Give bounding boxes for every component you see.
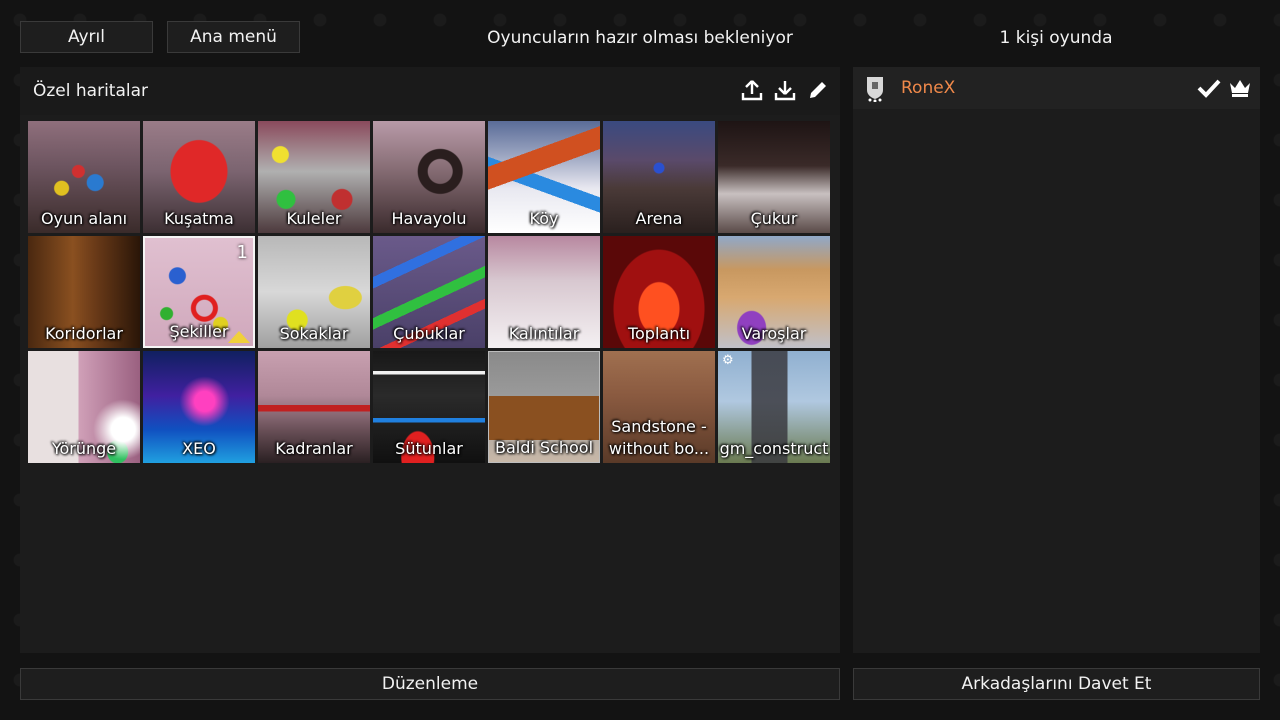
map-tile-kadranlar[interactable]: Kadranlar [258, 351, 370, 463]
map-tile-label: Varoşlar [741, 324, 807, 343]
players-in-game-count: 1 kişi oyunda [999, 28, 1113, 48]
map-tile-label: Sokaklar [279, 324, 349, 343]
map-tile-label: Sandstone - without bo... [608, 417, 710, 458]
invite-friends-button[interactable]: Arkadaşlarını Davet Et [853, 668, 1260, 700]
map-tile-sekiller[interactable]: 1 Şekiller [143, 236, 255, 348]
map-tile-label: Havayolu [391, 209, 467, 228]
map-tile-label: Yörünge [51, 439, 117, 458]
map-tile-label: Kadranlar [275, 439, 353, 458]
map-tile-label: gm_construct [719, 439, 829, 458]
map-tile-label: Koridorlar [45, 324, 123, 343]
map-tile-koridorlar[interactable]: Koridorlar [28, 236, 140, 348]
map-tile-oyun-alani[interactable]: Oyun alanı [28, 121, 140, 233]
map-tile-kusatma[interactable]: Kuşatma [143, 121, 255, 233]
map-tile-label: Toplantı [627, 324, 691, 343]
map-tile-koy[interactable]: Köy [488, 121, 600, 233]
gear-icon: ⚙ [722, 353, 734, 368]
player-row[interactable]: RoneX [853, 67, 1260, 109]
host-crown-icon [1228, 76, 1252, 102]
map-tile-baldi-school[interactable]: Baldi School [488, 351, 600, 463]
upload-icon[interactable] [740, 77, 764, 103]
maps-panel-title: Özel haritalar [33, 81, 149, 101]
ready-check-icon [1197, 77, 1221, 103]
map-tile-sutunlar[interactable]: Sütunlar [373, 351, 485, 463]
map-tile-label: Kuleler [286, 209, 342, 228]
avatar-icon [861, 74, 889, 102]
map-tile-label: Çukur [750, 209, 798, 228]
download-icon[interactable] [773, 77, 797, 103]
map-tile-cubuklar[interactable]: Çubuklar [373, 236, 485, 348]
players-panel: RoneX [853, 67, 1260, 653]
map-tile-sandstone[interactable]: Sandstone - without bo... [603, 351, 715, 463]
map-tile-label: Oyun alanı [40, 209, 128, 228]
map-tile-sokaklar[interactable]: Sokaklar [258, 236, 370, 348]
map-tile-varoslar[interactable]: Varoşlar [718, 236, 830, 348]
map-tile-label: Çubuklar [393, 324, 465, 343]
map-tile-label: Baldi School [494, 438, 594, 457]
map-tile-label: Sütunlar [395, 439, 463, 458]
map-tile-badge: 1 [236, 242, 248, 263]
map-tile-label: Köy [529, 209, 559, 228]
map-tile-label: Kuşatma [164, 209, 234, 228]
map-tile-xeo[interactable]: XEO [143, 351, 255, 463]
map-tile-kalintilar[interactable]: Kalıntılar [488, 236, 600, 348]
main-menu-button[interactable]: Ana menü [167, 21, 300, 53]
map-tile-cukur[interactable]: Çukur [718, 121, 830, 233]
map-tile-kuleler[interactable]: Kuleler [258, 121, 370, 233]
map-tile-yorunge[interactable]: Yörünge [28, 351, 140, 463]
map-tile-gm-construct[interactable]: ⚙ gm_construct [718, 351, 830, 463]
map-tile-arena[interactable]: Arena [603, 121, 715, 233]
map-tile-label: Şekiller [169, 322, 229, 341]
map-tile-label: Kalıntılar [508, 324, 580, 343]
map-grid: Oyun alanı Kuşatma Kuleler Havayolu Köy … [28, 121, 830, 463]
leave-button[interactable]: Ayrıl [20, 21, 153, 53]
warning-icon [228, 331, 250, 343]
map-tile-label: Arena [635, 209, 683, 228]
edit-icon[interactable] [806, 77, 830, 103]
map-tile-toplanti[interactable]: Toplantı [603, 236, 715, 348]
edit-button[interactable]: Düzenleme [20, 668, 840, 700]
player-name: RoneX [901, 78, 956, 98]
status-text: Oyuncuların hazır olması bekleniyor [487, 28, 793, 48]
maps-panel-header: Özel haritalar [20, 67, 840, 115]
map-tile-label: XEO [182, 439, 216, 458]
map-tile-havayolu[interactable]: Havayolu [373, 121, 485, 233]
